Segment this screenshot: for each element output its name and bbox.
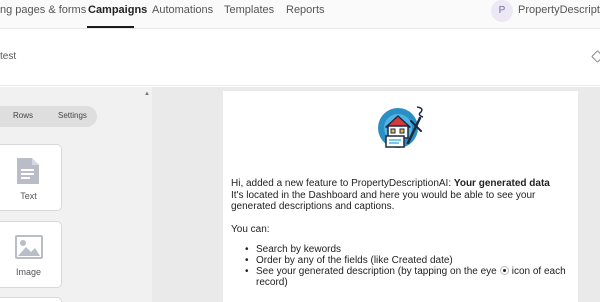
tab-landing-pages-forms[interactable]: ng pages & forms [0, 4, 86, 16]
account-name[interactable]: PropertyDescription [518, 4, 600, 16]
email-heading: Hi, added a new feature to PropertyDescr… [231, 178, 576, 189]
image-block-label: Image [15, 267, 41, 277]
text-block-label: Text [20, 191, 37, 201]
scroll-up-arrow-icon[interactable]: ▲ [144, 91, 150, 97]
campaign-header: test [0, 30, 600, 86]
tab-rows[interactable]: Rows [13, 111, 33, 120]
active-tab-indicator [87, 26, 134, 28]
tab-reports[interactable]: Reports [286, 4, 325, 16]
text-block[interactable]: Text [0, 144, 62, 211]
list-item-text: See your generated description (by tappi… [256, 266, 497, 277]
tab-templates[interactable]: Templates [224, 4, 274, 16]
tab-automations[interactable]: Automations [152, 4, 213, 16]
avatar[interactable]: P [491, 0, 513, 22]
campaign-name[interactable]: test [0, 51, 16, 62]
image-block[interactable]: Image [0, 221, 62, 288]
property-logo-icon [378, 106, 424, 148]
eye-icon [499, 266, 509, 275]
image-icon [15, 235, 43, 259]
feature-list: Search by kewords Order by any of the fi… [245, 244, 575, 288]
top-nav: ng pages & forms Campaigns Automations T… [0, 0, 600, 29]
list-item: Search by kewords [245, 244, 575, 255]
text-document-icon [17, 158, 39, 184]
tab-settings[interactable]: Settings [58, 111, 87, 120]
tag-icon[interactable] [591, 50, 600, 63]
panel-tab-switcher: Rows Settings [0, 106, 97, 127]
email-paragraph: It's located in the Dashboard and here y… [231, 190, 536, 212]
email-you-can: You can: [231, 224, 270, 235]
list-item: Order by any of the fields (like Created… [245, 255, 575, 266]
tab-campaigns[interactable]: Campaigns [88, 4, 147, 16]
list-item: See your generated description (by tappi… [245, 266, 575, 288]
heading-bold: Your generated data [453, 178, 550, 189]
heading-prefix: Hi, added a new feature to PropertyDescr… [231, 178, 454, 189]
next-block[interactable] [0, 297, 62, 302]
